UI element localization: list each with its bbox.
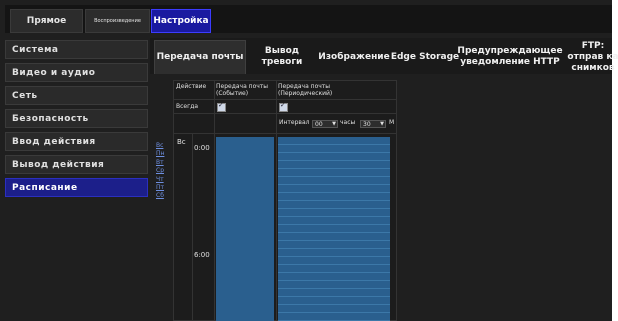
tab-playback[interactable]: Воспроизведение [85, 9, 150, 33]
column-header-periodic: Передача почты (Периодический) [278, 83, 333, 97]
grid-divider [173, 113, 397, 114]
grid-divider [276, 80, 277, 321]
subtab-edge-storage[interactable]: Edge Storage [390, 40, 460, 74]
day-link-sat[interactable]: Сб [156, 192, 168, 200]
grid-divider [173, 99, 397, 100]
menu-item-action-output[interactable]: Вывод действия [5, 155, 148, 174]
interval-hours-select[interactable]: 00 ▼ [312, 120, 338, 128]
grid-divider [192, 133, 193, 321]
subtab-mail[interactable]: Передача почты [154, 40, 246, 74]
day-link-fri[interactable]: Пт [156, 184, 168, 192]
day-link-mon[interactable]: Пн [156, 150, 168, 158]
chevron-down-icon: ▼ [332, 121, 336, 127]
subtab-image[interactable]: Изображение [318, 40, 390, 74]
day-column-label: Вс [177, 138, 186, 146]
hours-label: часы [340, 119, 356, 126]
always-event-checkbox[interactable] [217, 101, 226, 112]
interval-hours-value: 00 [315, 120, 323, 128]
tab-setup[interactable]: Настройка [151, 9, 211, 33]
grid-divider [214, 80, 215, 321]
always-label: Всегда [176, 103, 199, 110]
interval-minutes-select[interactable]: 30 ▼ [360, 120, 386, 128]
subtab-ftp-snapshot[interactable]: FTP: отправ ка снимков [560, 40, 618, 74]
time-label-6: 6:00 [194, 251, 210, 259]
menu-item-network[interactable]: Сеть [5, 86, 148, 105]
chevron-down-icon: ▼ [380, 121, 384, 127]
column-header-event: Передача почты (Событие) [216, 83, 269, 97]
menu-item-schedule[interactable]: Расписание [5, 178, 148, 197]
event-schedule-bar[interactable] [216, 137, 274, 321]
day-link-sun[interactable]: Вс [156, 142, 168, 150]
day-link-wed[interactable]: Ср [156, 167, 168, 175]
day-link-thu[interactable]: Чт [156, 176, 168, 184]
action-header: Действие [176, 83, 207, 90]
menu-item-security[interactable]: Безопасность [5, 109, 148, 128]
app-frame: Прямое Воспроизведение Настройка Система… [0, 0, 618, 321]
schedule-subtabs: Передача почты Вывод тревоги Изображение… [150, 38, 618, 74]
grid-divider [173, 133, 397, 134]
time-label-0: 0:00 [194, 144, 210, 152]
subtab-alarm-output[interactable]: Вывод тревоги [246, 40, 318, 74]
always-periodic-checkbox[interactable] [279, 101, 288, 112]
minutes-suffix: М [389, 119, 395, 126]
interval-label: Интервал [279, 119, 310, 126]
top-nav-bar: Прямое Воспроизведение Настройка [5, 5, 612, 33]
day-links: Вс Пн Вт Ср Чт Пт Сб [156, 142, 168, 201]
periodic-schedule-bar[interactable] [278, 137, 390, 321]
menu-item-video-audio[interactable]: Видео и аудио [5, 63, 148, 82]
menu-item-action-input[interactable]: Ввод действия [5, 132, 148, 151]
interval-minutes-value: 30 [363, 120, 371, 128]
setup-menu: Система Видео и аудио Сеть Безопасность … [5, 40, 148, 201]
subtab-http-notification[interactable]: Предупреждающее уведомление HTTP [457, 40, 562, 74]
day-link-tue[interactable]: Вт [156, 159, 168, 167]
menu-item-system[interactable]: Система [5, 40, 148, 59]
tab-live[interactable]: Прямое [10, 9, 83, 33]
